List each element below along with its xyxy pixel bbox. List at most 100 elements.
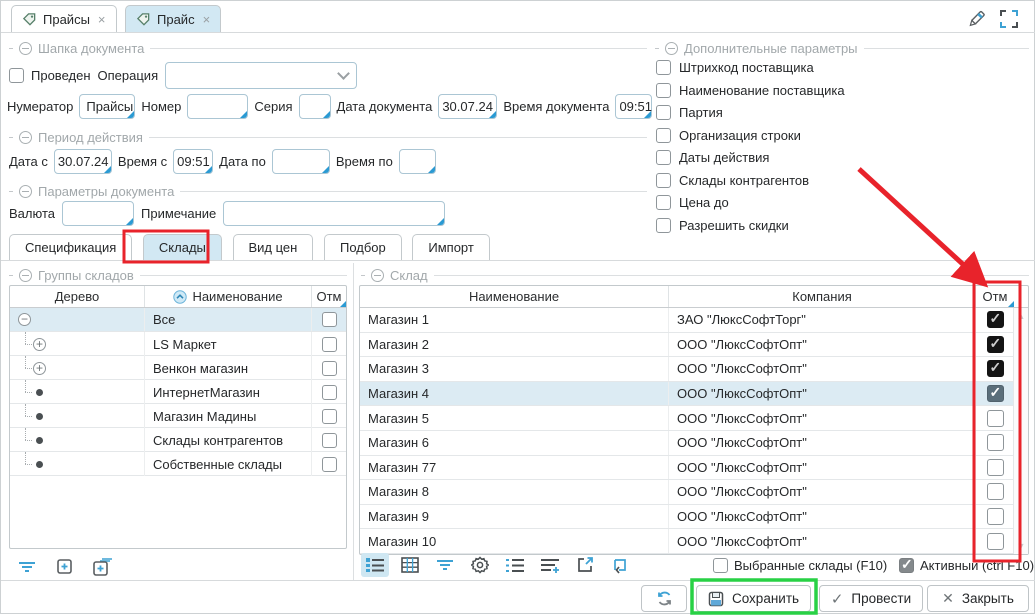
column-header-name[interactable]: Наименование <box>360 286 669 307</box>
tab-praisy[interactable]: Прайсы × <box>11 5 117 33</box>
table-row[interactable]: Все <box>10 308 346 332</box>
scroll-up-icon[interactable]: ▲ <box>1017 311 1026 321</box>
settings-gear-icon[interactable] <box>466 553 494 577</box>
column-header-name[interactable]: Наименование <box>145 286 312 307</box>
checkbox[interactable] <box>322 312 337 327</box>
checkbox[interactable] <box>656 173 671 188</box>
checkbox[interactable] <box>987 508 1004 525</box>
checkbox[interactable] <box>656 128 671 143</box>
checkbox[interactable] <box>987 311 1004 328</box>
collapse-icon[interactable] <box>19 131 32 144</box>
checkbox[interactable] <box>987 459 1004 476</box>
option-row[interactable]: Цена до <box>656 195 845 210</box>
option-row[interactable]: Организация строки <box>656 128 845 143</box>
number-field[interactable] <box>187 94 248 119</box>
tab-prais[interactable]: Прайс × <box>125 5 221 33</box>
table-row[interactable]: LS Маркет <box>10 332 346 356</box>
filter-icon[interactable] <box>431 553 459 577</box>
column-header-company[interactable]: Компания <box>669 286 976 307</box>
operation-select[interactable] <box>165 62 357 89</box>
tab-specifikaciya[interactable]: Спецификация <box>9 234 132 260</box>
currency-field[interactable] <box>62 201 134 226</box>
close-icon[interactable]: × <box>98 12 106 27</box>
checkbox[interactable] <box>987 533 1004 550</box>
collapse-icon[interactable] <box>19 42 32 55</box>
table-row[interactable]: Магазин 3ООО "ЛюксСофтОпт" <box>360 357 1028 382</box>
active-option[interactable]: Активный (ctrl F10) <box>899 558 1034 573</box>
checkbox[interactable] <box>322 457 337 472</box>
option-row[interactable]: Партия <box>656 105 845 120</box>
checkbox[interactable] <box>987 483 1004 500</box>
checkbox[interactable] <box>987 385 1004 402</box>
checkbox[interactable] <box>322 385 337 400</box>
option-row[interactable]: Разрешить скидки <box>656 218 845 233</box>
checkbox[interactable] <box>987 410 1004 427</box>
checkbox[interactable] <box>713 558 728 573</box>
fullscreen-icon[interactable] <box>999 9 1019 32</box>
filter-icon[interactable] <box>13 555 41 579</box>
checkbox[interactable] <box>322 337 337 352</box>
table-row[interactable]: Склады контрагентов <box>10 428 346 452</box>
date-from-field[interactable]: 30.07.24 <box>54 149 112 174</box>
column-header-otm[interactable]: Отм <box>976 286 1014 307</box>
expand-node-icon[interactable] <box>33 338 46 351</box>
checkbox[interactable] <box>322 361 337 376</box>
tab-import[interactable]: Импорт <box>412 234 489 260</box>
reload-icon[interactable] <box>606 553 634 577</box>
add-row-icon[interactable] <box>536 553 564 577</box>
checkbox[interactable] <box>322 433 337 448</box>
table-row[interactable]: Магазин 77ООО "ЛюксСофтОпт" <box>360 456 1028 481</box>
table-row[interactable]: Магазин 6ООО "ЛюксСофтОпт" <box>360 431 1028 456</box>
numerator-field[interactable]: Прайсы <box>79 94 135 119</box>
collapse-icon[interactable] <box>371 269 384 282</box>
open-external-icon[interactable] <box>571 553 599 577</box>
close-icon[interactable]: × <box>203 12 211 27</box>
table-row[interactable]: Магазин 4ООО "ЛюксСофтОпт" <box>360 382 1028 407</box>
column-header-otm[interactable]: Отм <box>312 286 346 307</box>
checkbox[interactable] <box>987 434 1004 451</box>
checkbox[interactable] <box>656 60 671 75</box>
table-row[interactable]: Магазин 5ООО "ЛюксСофтОпт" <box>360 406 1028 431</box>
checkbox[interactable] <box>656 105 671 120</box>
close-button[interactable]: ✕ Закрыть <box>927 585 1029 612</box>
grid-view-icon[interactable] <box>396 553 424 577</box>
table-row[interactable]: Магазин 8ООО "ЛюксСофтОпт" <box>360 480 1028 505</box>
series-field[interactable] <box>299 94 331 119</box>
table-row[interactable]: Магазин Мадины <box>10 404 346 428</box>
option-row[interactable]: Штрихкод поставщика <box>656 60 845 75</box>
collapse-icon[interactable] <box>19 269 32 282</box>
table-row[interactable]: Собственные склады <box>10 452 346 476</box>
table-row[interactable]: Магазин 2ООО "ЛюксСофтОпт" <box>360 333 1028 358</box>
collapse-icon[interactable] <box>665 42 678 55</box>
note-field[interactable] <box>223 201 445 226</box>
table-row[interactable]: Магазин 9ООО "ЛюксСофтОпт" <box>360 505 1028 530</box>
tab-sklady[interactable]: Склады <box>143 234 222 260</box>
vertical-scrollbar[interactable]: ▲ ▼ <box>1013 308 1028 554</box>
scroll-down-icon[interactable]: ▼ <box>1017 541 1026 551</box>
collapse-icon[interactable] <box>19 185 32 198</box>
expand-node-icon[interactable] <box>51 555 79 579</box>
proveden-checkbox[interactable] <box>9 68 24 83</box>
refresh-button[interactable] <box>641 585 687 612</box>
post-button[interactable]: ✓ Провести <box>819 585 923 612</box>
selected-warehouses-option[interactable]: Выбранные склады (F10) <box>713 558 887 573</box>
numbered-list-icon[interactable] <box>501 553 529 577</box>
list-view-icon[interactable] <box>361 553 389 577</box>
option-row[interactable]: Склады контрагентов <box>656 173 845 188</box>
date-to-field[interactable] <box>272 149 330 174</box>
save-button[interactable]: Сохранить <box>696 585 811 612</box>
option-row[interactable]: Наименование поставщика <box>656 83 845 98</box>
expand-all-icon[interactable] <box>89 555 117 579</box>
checkbox[interactable] <box>322 409 337 424</box>
tab-podbor[interactable]: Подбор <box>324 234 402 260</box>
checkbox[interactable] <box>656 218 671 233</box>
time-to-field[interactable] <box>399 149 436 174</box>
column-header-tree[interactable]: Дерево <box>10 286 145 307</box>
time-from-field[interactable]: 09:51 <box>173 149 213 174</box>
checkbox[interactable] <box>899 558 914 573</box>
doc-time-field[interactable]: 09:51 <box>615 94 652 119</box>
table-row[interactable]: Магазин 10ООО "ЛюксСофтОпт" <box>360 529 1028 554</box>
collapse-node-icon[interactable] <box>18 313 31 326</box>
checkbox[interactable] <box>656 83 671 98</box>
table-row[interactable]: Венкон магазин <box>10 356 346 380</box>
